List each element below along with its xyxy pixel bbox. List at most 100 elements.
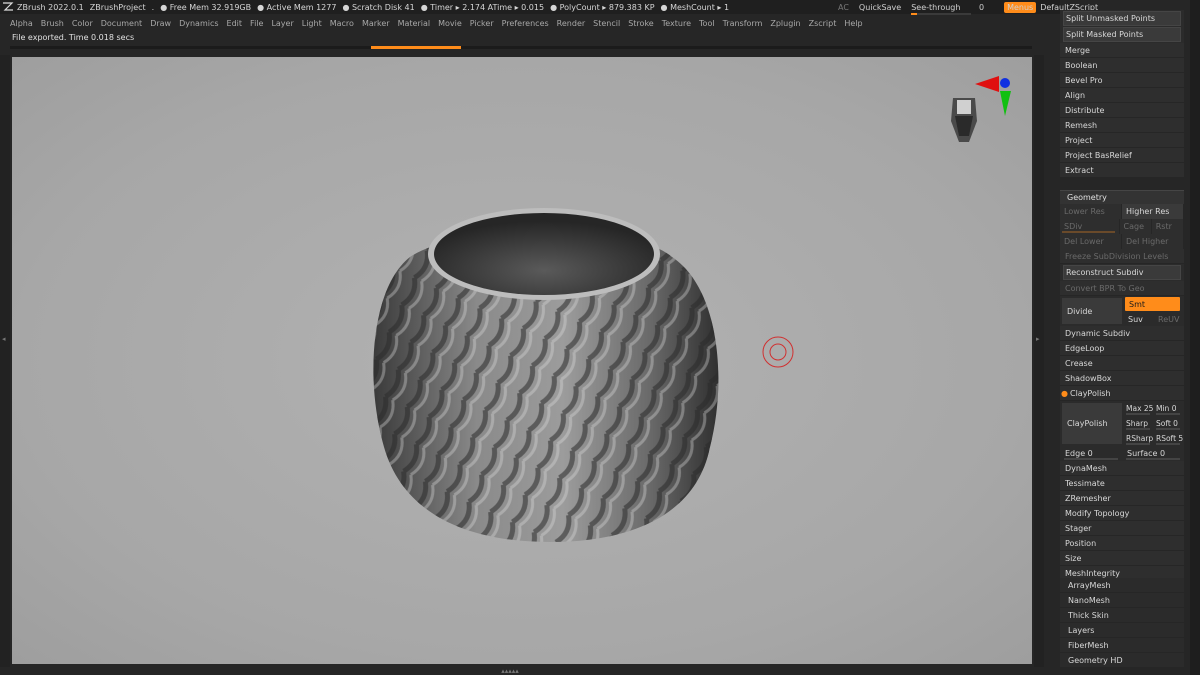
button-zremesher[interactable]: ZRemesher (1060, 491, 1184, 506)
cage-button[interactable]: Cage (1119, 219, 1152, 234)
subpalette-layers[interactable]: Layers (1060, 623, 1184, 638)
menu-layer[interactable]: Layer (271, 19, 293, 28)
sharp-slider[interactable]: Sharp (1124, 416, 1154, 431)
menu-brush[interactable]: Brush (41, 19, 64, 28)
del-higher-button[interactable]: Del Higher (1122, 234, 1184, 249)
menu-texture[interactable]: Texture (662, 19, 691, 28)
free-mem: ● Free Mem 32.919GB (160, 2, 252, 12)
rstr-button[interactable]: Rstr (1151, 219, 1184, 234)
geometry-items: DynaMesh Tessimate ZRemesher Modify Topolog… (1060, 461, 1184, 581)
higher-res-button[interactable]: Higher Res (1122, 204, 1184, 219)
menu-document[interactable]: Document (101, 19, 142, 28)
button-distribute[interactable]: Distribute (1060, 103, 1184, 118)
shadowbox-button[interactable]: ShadowBox (1060, 371, 1184, 386)
title-separator: . (151, 2, 155, 12)
tool-subpalettes: ArrayMesh NanoMesh Thick Skin Layers FiberMe… (1060, 578, 1184, 668)
bottom-tray-handle[interactable]: ▴▴▴▴▴ (480, 667, 540, 675)
button-project[interactable]: Project (1060, 133, 1184, 148)
sdiv-slider[interactable]: SDiv (1060, 219, 1120, 234)
ac-button[interactable]: AC (838, 3, 849, 12)
button-align[interactable]: Align (1060, 88, 1184, 103)
sculpt-mesh (373, 208, 719, 542)
expand-right-icon[interactable]: ▸ (1036, 335, 1040, 343)
menu-material[interactable]: Material (398, 19, 431, 28)
scratch-disk: ● Scratch Disk 41 (342, 2, 415, 12)
button-merge[interactable]: Merge (1060, 43, 1184, 58)
panel-scrollbar[interactable] (1190, 0, 1200, 675)
menu-macro[interactable]: Macro (330, 19, 354, 28)
soft-slider[interactable]: Soft 0 (1154, 416, 1184, 431)
menu-stencil[interactable]: Stencil (593, 19, 620, 28)
dynamic-subdiv-button[interactable]: Dynamic Subdiv (1060, 326, 1184, 341)
subpalette-nanomesh[interactable]: NanoMesh (1060, 593, 1184, 608)
divide-button[interactable]: Divide (1062, 298, 1122, 324)
subpalette-geometry-hd[interactable]: Geometry HD (1060, 653, 1184, 668)
claypolish-button[interactable]: ClayPolish (1062, 403, 1122, 444)
button-modify-topology[interactable]: Modify Topology (1060, 506, 1184, 521)
subpalette-thick-skin[interactable]: Thick Skin (1060, 608, 1184, 623)
button-bevel-pro[interactable]: Bevel Pro (1060, 73, 1184, 88)
menu-marker[interactable]: Marker (362, 19, 390, 28)
convert-bpr-button[interactable]: Convert BPR To Geo (1060, 281, 1184, 296)
right-tray[interactable]: ▸ (1034, 55, 1044, 667)
button-boolean[interactable]: Boolean (1060, 58, 1184, 73)
button-dynamesh[interactable]: DynaMesh (1060, 461, 1184, 476)
rsharp-slider[interactable]: RSharp (1124, 431, 1154, 446)
button-tessimate[interactable]: Tessimate (1060, 476, 1184, 491)
reuv-toggle[interactable]: ReUV (1154, 315, 1184, 324)
menu-zplugin[interactable]: Zplugin (770, 19, 800, 28)
left-tray[interactable]: ◂ (0, 55, 10, 667)
menu-preferences[interactable]: Preferences (502, 19, 549, 28)
button-size[interactable]: Size (1060, 551, 1184, 566)
button-project-basrelief[interactable]: Project BasRelief (1060, 148, 1184, 163)
subpalette-fibermesh[interactable]: FiberMesh (1060, 638, 1184, 653)
claypolish-header[interactable]: ● ClayPolish (1060, 386, 1184, 401)
menu-dynamics[interactable]: Dynamics (179, 19, 218, 28)
split-unmasked-button[interactable]: Split Unmasked Points (1063, 11, 1181, 26)
menu-light[interactable]: Light (302, 19, 322, 28)
menu-tool[interactable]: Tool (699, 19, 715, 28)
menus-button[interactable]: Menus (1004, 1, 1037, 13)
timer: ● Timer ▸ 2.174 ATime ▸ 0.015 (420, 2, 545, 12)
subpalette-arraymesh[interactable]: ArrayMesh (1060, 578, 1184, 593)
button-extract[interactable]: Extract (1060, 163, 1184, 178)
canvas-viewport[interactable] (12, 57, 1032, 664)
menu-zscript[interactable]: Zscript (809, 19, 837, 28)
menu-edit[interactable]: Edit (227, 19, 243, 28)
menu-stroke[interactable]: Stroke (628, 19, 654, 28)
button-position[interactable]: Position (1060, 536, 1184, 551)
polycount: ● PolyCount ▸ 879.383 KP (550, 2, 655, 12)
expand-left-icon[interactable]: ◂ (2, 335, 6, 343)
del-lower-button[interactable]: Del Lower (1060, 234, 1122, 249)
crease-button[interactable]: Crease (1060, 356, 1184, 371)
button-remesh[interactable]: Remesh (1060, 118, 1184, 133)
surface-slider[interactable]: Surface 0 (1122, 446, 1184, 461)
button-stager[interactable]: Stager (1060, 521, 1184, 536)
res-row: Lower Res Higher Res (1060, 204, 1184, 219)
menu-color[interactable]: Color (72, 19, 93, 28)
menu-help[interactable]: Help (844, 19, 862, 28)
menu-draw[interactable]: Draw (150, 19, 171, 28)
navigation-gizmo-icon[interactable] (945, 76, 1015, 146)
reconstruct-subdiv-button[interactable]: Reconstruct Subdiv (1063, 265, 1181, 280)
freeze-subdiv-button[interactable]: Freeze SubDivision Levels (1060, 249, 1184, 264)
lower-res-button[interactable]: Lower Res (1060, 204, 1122, 219)
edge-slider[interactable]: Edge 0 (1060, 446, 1122, 461)
menu-file[interactable]: File (250, 19, 263, 28)
menu-picker[interactable]: Picker (470, 19, 494, 28)
smt-toggle[interactable]: Smt (1125, 297, 1180, 311)
suv-toggle[interactable]: Suv (1124, 315, 1154, 324)
geometry-header[interactable]: Geometry (1060, 190, 1184, 204)
min-slider[interactable]: Min 0 (1154, 401, 1184, 416)
edgeloop-button[interactable]: EdgeLoop (1060, 341, 1184, 356)
rsoft-slider[interactable]: RSoft 5 (1154, 431, 1184, 446)
max-slider[interactable]: Max 25 (1124, 401, 1154, 416)
quicksave-button[interactable]: QuickSave (859, 3, 901, 12)
menu-alpha[interactable]: Alpha (10, 19, 33, 28)
menu-render[interactable]: Render (557, 19, 585, 28)
seethrough-slider[interactable]: See-through 0 (911, 3, 994, 15)
menu-movie[interactable]: Movie (438, 19, 462, 28)
sdiv-row: SDiv Cage Rstr (1060, 219, 1184, 234)
split-masked-button[interactable]: Split Masked Points (1063, 27, 1181, 42)
menu-transform[interactable]: Transform (723, 19, 763, 28)
